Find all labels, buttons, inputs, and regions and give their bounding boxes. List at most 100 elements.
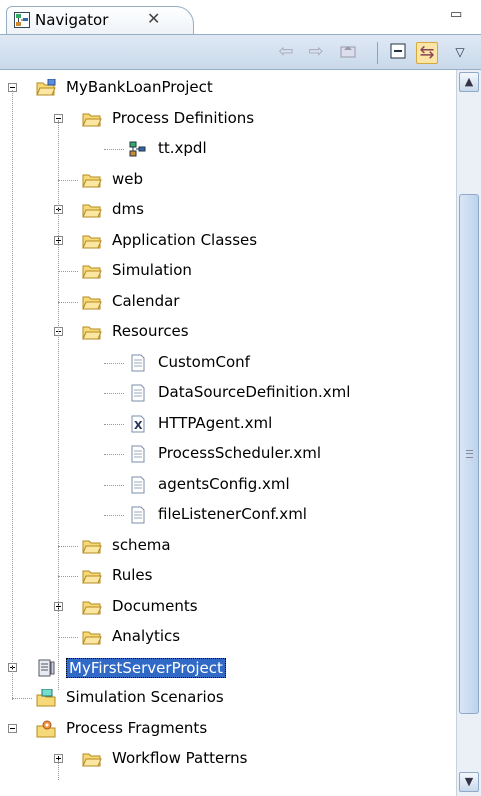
tree-item-label: Workflow Patterns [112,749,248,767]
tree-item-label: dms [112,200,144,218]
server-project-icon [36,659,56,677]
tree-item-label: agentsConfig.xml [158,475,290,493]
tree-guide-line [58,120,59,690]
folder-icon [82,567,102,585]
tree-item-customconf[interactable]: CustomConf [0,348,456,378]
tree-item-process-definitions[interactable]: Process Definitions [0,104,456,134]
tree-item-documents[interactable]: Documents [0,592,456,622]
tree-item-agentsconfig-xml[interactable]: agentsConfig.xml [0,470,456,500]
navigator-toolbar: ⇦ ⇨ ⇆ ▽ [0,34,481,70]
tree-item-label: Simulation [112,261,192,279]
tree-connector [104,393,124,394]
vertical-scrollbar[interactable]: ▲ ▼ [456,70,481,796]
file-icon [128,476,148,494]
tree-item-resources[interactable]: Resources [0,317,456,347]
scroll-thumb[interactable] [459,194,479,714]
tree-item-label: Analytics [112,627,181,645]
tree-item-simulation-scenarios[interactable]: Simulation Scenarios [0,683,456,713]
file-icon [128,506,148,524]
tree-connector [58,637,78,638]
tree-item-label: tt.xpdl [158,139,207,157]
navigator-icon [14,12,30,28]
folder-icon [82,201,102,219]
tree-item-datasourcedefinition-xml[interactable]: DataSourceDefinition.xml [0,378,456,408]
folder-icon [82,323,102,341]
tree-item-filelistenerconf-xml[interactable]: fileListenerConf.xml [0,500,456,530]
scroll-down-button[interactable]: ▼ [459,772,479,792]
tree-item-application-classes[interactable]: Application Classes [0,226,456,256]
tree-item-label: ProcessScheduler.xml [158,444,322,462]
tree-item-rules[interactable]: Rules [0,561,456,591]
minimize-icon[interactable]: ▭ [450,7,462,22]
tree-connector [104,485,124,486]
tree-item-calendar[interactable]: Calendar [0,287,456,317]
tree-item-web[interactable]: web [0,165,456,195]
collapse-all-icon[interactable] [388,42,408,62]
folder-icon [82,598,102,616]
tree-item-label: MyBankLoanProject [66,78,213,96]
tree-item-label: Resources [112,322,189,340]
tab-navigator[interactable]: Navigator ✕ [6,6,194,34]
tree-connector [58,546,78,547]
folder-icon [82,293,102,311]
toolbar-separator [377,42,378,64]
tree-item-label: schema [112,536,171,554]
folder-icon [82,171,102,189]
tree-item-workflow-patterns[interactable]: Workflow Patterns [0,744,456,774]
tree-item-label: Application Classes [112,231,258,249]
tree-item-httpagent-xml[interactable]: X HTTPAgent.xml [0,409,456,439]
tree-connector [104,363,124,364]
xpdl-file-icon [128,140,148,158]
scroll-up-button[interactable]: ▲ [459,72,479,92]
tree-connector [58,180,78,181]
tree-item-label: Calendar [112,292,180,310]
tree-item-tt-xpdl[interactable]: tt.xpdl [0,134,456,164]
tree-item-label: MyFirstServerProject [66,658,226,678]
back-arrow-icon[interactable]: ⇦ [276,42,296,62]
folder-icon [82,628,102,646]
tree-item-dms[interactable]: dms [0,195,456,225]
forward-arrow-icon[interactable]: ⇨ [306,42,326,62]
tree-item-label: CustomConf [158,353,250,371]
tree-connector [58,576,78,577]
folder-icon [82,232,102,250]
tree-item-myfirstserverproject[interactable]: MyFirstServerProject [0,653,456,683]
up-folder-icon[interactable] [338,42,358,62]
tree-connector [104,424,124,425]
tree-item-label: fileListenerConf.xml [158,505,307,523]
tree-item-simulation[interactable]: Simulation [0,256,456,286]
tree-item-processscheduler-xml[interactable]: ProcessScheduler.xml [0,439,456,469]
resource-tree: MyBankLoanProject Process Definitions tt.x… [0,70,456,796]
tree-item-schema[interactable]: schema [0,531,456,561]
xml-x-file-icon: X [128,415,148,433]
tree-item-label: DataSourceDefinition.xml [158,383,351,401]
link-with-editor-icon[interactable]: ⇆ [416,42,438,64]
tree-item-label: Simulation Scenarios [66,688,224,706]
tree-item-label: web [112,170,144,188]
file-icon [128,384,148,402]
folder-icon [82,537,102,555]
project-folder-icon [36,78,56,97]
folder-icon [82,750,102,768]
tree-connector [58,302,78,303]
process-fragments-icon [36,720,56,738]
tree-item-analytics[interactable]: Analytics [0,622,456,652]
folder-icon [82,262,102,280]
tree-connector [104,149,124,150]
folder-icon [82,110,102,128]
file-icon [128,354,148,372]
tree-connector [12,698,32,699]
view-tab-bar: Navigator ✕ ▭ [0,0,481,34]
tree-connector [58,271,78,272]
close-icon[interactable]: ✕ [147,9,160,28]
tree-item-mybankloanproject[interactable]: MyBankLoanProject [0,73,456,103]
view-menu-icon[interactable]: ▽ [450,42,470,62]
tree-item-label: Rules [112,566,153,584]
file-icon [128,445,148,463]
tree-item-process-fragments[interactable]: Process Fragments [0,714,456,744]
tree-connector [104,454,124,455]
tree-guide-line [58,760,59,780]
simulation-scenarios-icon [36,688,56,707]
collapse-icon[interactable] [8,724,17,733]
grip-icon [466,450,473,458]
